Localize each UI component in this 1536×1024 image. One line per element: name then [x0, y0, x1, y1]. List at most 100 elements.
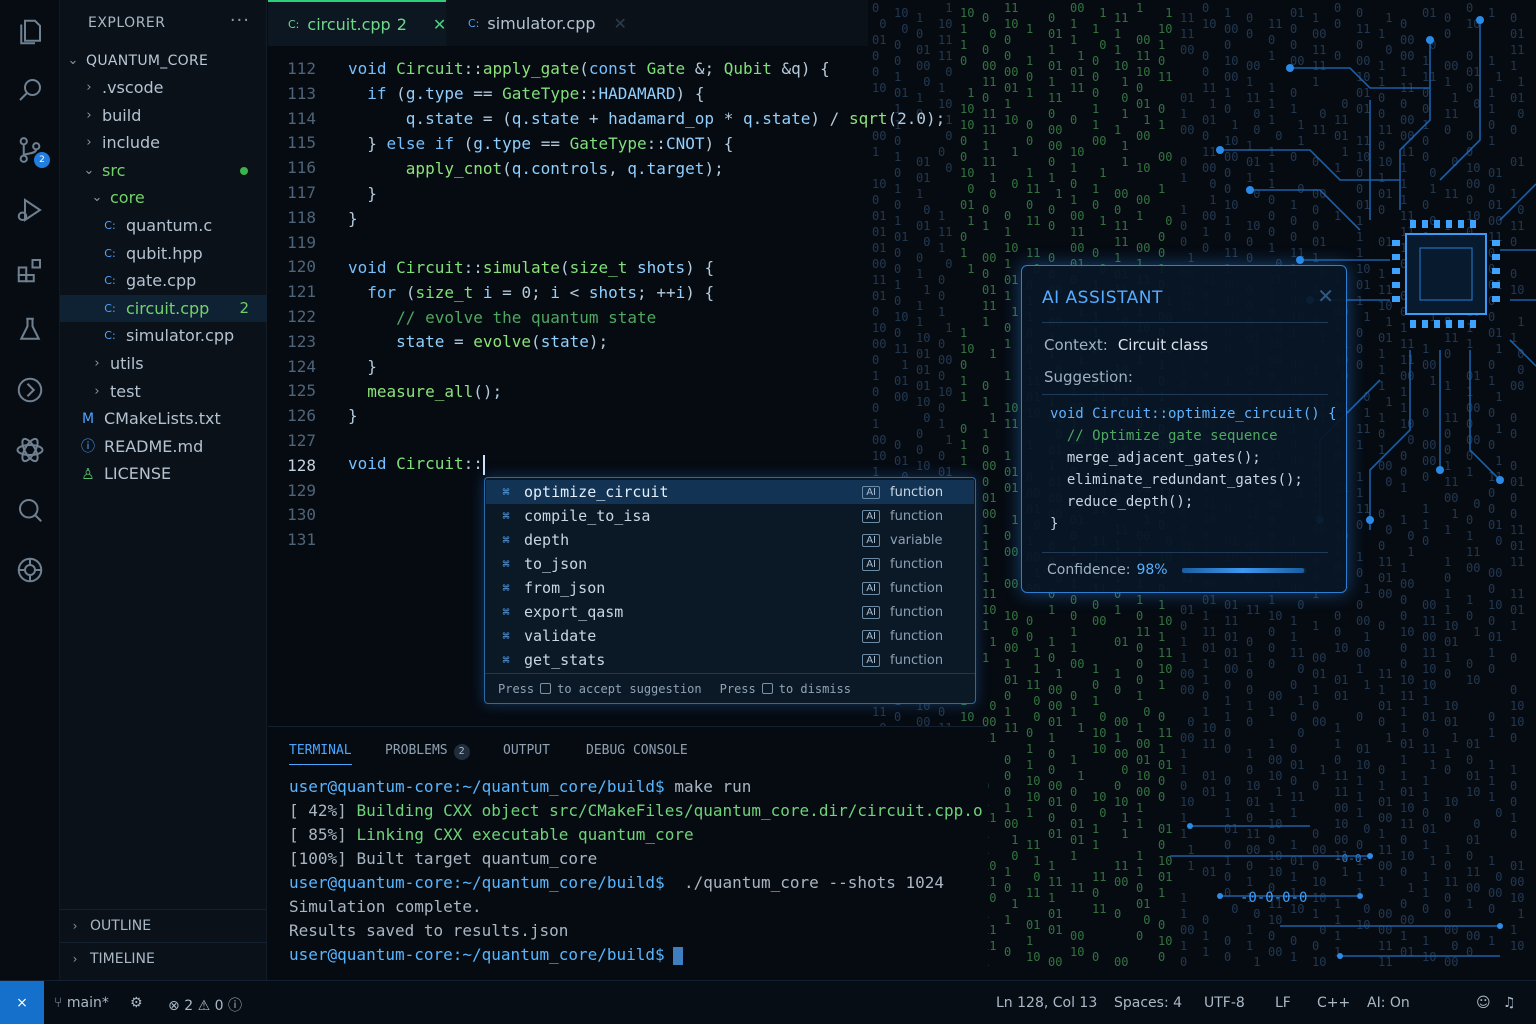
footer-accept-hint: to accept suggestion [557, 681, 702, 696]
problems-indicator[interactable]: ⊗ 2 ⚠ 0 ⓘ [168, 995, 242, 1015]
search-zoom-icon[interactable] [14, 494, 46, 526]
suggestion-item[interactable]: ⌘ get_stats AI function [486, 648, 974, 672]
cursor-position[interactable]: Ln 128, Col 13 [996, 995, 1097, 1011]
tab-circuit-cpp[interactable]: C: circuit.cpp 2 ✕ [268, 0, 446, 46]
suggestion-item[interactable]: ⌘ to_json AI function [486, 552, 974, 576]
run-debug-icon[interactable] [14, 194, 46, 226]
sync-icon[interactable]: ⚙ [130, 995, 143, 1011]
project-root[interactable]: ⌄ QUANTUM_CORE [60, 47, 267, 74]
close-icon[interactable]: ✕ [1317, 284, 1334, 308]
tab-problems[interactable]: PROBLEMS 2 [385, 743, 470, 760]
language-mode[interactable]: C++ [1317, 995, 1350, 1011]
close-icon[interactable]: ✕ [614, 14, 627, 33]
outline-section[interactable]: › OUTLINE [60, 909, 267, 941]
source-control-icon[interactable]: 2 [14, 134, 50, 168]
branch-indicator[interactable]: ⑂ main* [54, 995, 109, 1011]
error-icon: ⊗ [168, 998, 180, 1014]
ai-tag: AI [862, 581, 880, 595]
suggestion-item[interactable]: ⌘ validate AI function [486, 624, 974, 648]
testing-icon[interactable] [14, 314, 46, 346]
code-line: } [367, 184, 377, 203]
svg-text:-0-0-0-0: -0-0-0-0 [1240, 890, 1307, 906]
feedback-icon[interactable]: ☺ [1476, 995, 1491, 1011]
code-line: } [348, 209, 358, 228]
notifications-bell-icon[interactable]: ♫ [1503, 995, 1516, 1011]
code-line: state = evolve(state); [348, 332, 609, 351]
tree-item-label: test [110, 381, 141, 401]
ai-tag: AI [862, 509, 880, 523]
chevron-right-icon: › [86, 80, 92, 95]
line-number: 122 [287, 307, 316, 326]
ai-tag: AI [862, 605, 880, 619]
remote-icon[interactable] [14, 374, 46, 406]
line-number: 113 [287, 83, 316, 103]
tab-label: simulator.cpp [487, 13, 596, 33]
tree-item-label: build [102, 105, 142, 125]
terminal-cursor [672, 946, 683, 965]
indentation[interactable]: Spaces: 4 [1114, 995, 1182, 1011]
tree-item-label: CMakeLists.txt [104, 409, 221, 429]
terminal-text: Linking CXX executable quantum_core [356, 825, 694, 844]
tab-terminal[interactable]: TERMINAL [289, 743, 352, 765]
tree-item-label: simulator.cpp [126, 326, 235, 346]
atom-icon[interactable] [14, 434, 46, 466]
tree-file[interactable]: ♙ LICENSE [60, 460, 267, 487]
tab-simulator-cpp[interactable]: C: simulator.cpp ✕ [448, 0, 638, 46]
code-line: for (size_t i = 0; i < shots; ++i) { [367, 283, 715, 302]
ai-status[interactable]: AI: On [1367, 995, 1410, 1011]
ai-assistant-panel: AI ASSISTANT ✕ Context: Circuit class Sug… [1021, 265, 1347, 593]
suggestion-kind: function [890, 556, 944, 572]
tree-file[interactable]: C: gate.cpp [60, 267, 267, 294]
tree-item-label: .vscode [102, 78, 164, 97]
tree-file[interactable]: C: circuit.cpp 2 [60, 294, 267, 322]
tree-item-label: src [102, 160, 126, 180]
suggestion-item[interactable]: ⌘ compile_to_isa AI function [486, 504, 974, 528]
tree-file[interactable]: C: simulator.cpp [60, 322, 267, 349]
close-icon[interactable]: ✕ [433, 15, 446, 34]
tree-folder[interactable]: › .vscode [60, 74, 267, 101]
suggestion-label: validate [524, 627, 597, 645]
accounts-icon[interactable] [14, 554, 46, 586]
end-of-line[interactable]: LF [1275, 995, 1291, 1011]
suggestion-item[interactable]: ⌘ from_json AI function [486, 576, 974, 600]
suggestion-label: optimize_circuit [524, 483, 669, 501]
tree-folder[interactable]: › test [60, 378, 267, 405]
terminal-prompt: user@quantum-core:~/quantum_core/build$ [289, 945, 665, 964]
tab-debug-console[interactable]: DEBUG CONSOLE [586, 743, 688, 758]
tree-file[interactable]: M CMakeLists.txt [60, 405, 267, 432]
tree-folder[interactable]: › utils [60, 350, 267, 377]
line-number: 118 [287, 207, 316, 227]
tree-folder[interactable]: ⌄ src [60, 157, 267, 184]
code-line: } else if (g.type == GateType::CNOT) { [367, 134, 734, 153]
files-icon[interactable] [14, 16, 46, 48]
timeline-section[interactable]: › TIMELINE [60, 942, 267, 974]
build-progress: [ 42%] [289, 801, 357, 820]
tree-folder[interactable]: › include [60, 129, 267, 156]
more-actions-icon[interactable]: ··· [230, 10, 250, 31]
line-number: 126 [287, 406, 316, 426]
suggestion-item[interactable]: ⌘ export_qasm AI function [486, 600, 974, 624]
search-icon[interactable] [14, 74, 46, 106]
extensions-icon[interactable] [14, 254, 46, 286]
suggestion-item[interactable]: ⌘ depth AI variable [486, 528, 974, 552]
suggestion-item[interactable]: ⌘ optimize_circuit AI function [486, 480, 974, 504]
tree-folder[interactable]: › build [60, 102, 267, 129]
chevron-right-icon: › [86, 107, 92, 123]
suggestion-label: Suggestion: [1044, 368, 1133, 386]
tree-file[interactable]: C: qubit.hpp [60, 240, 267, 267]
tree-folder[interactable]: ⌄ core [60, 184, 267, 211]
suggestion-kind: function [890, 628, 944, 644]
tree-file[interactable]: ⓘ README.md [60, 433, 267, 460]
code-line: // evolve the quantum state [396, 308, 657, 327]
tab-output[interactable]: OUTPUT [503, 743, 550, 758]
line-number: 128 [287, 455, 316, 475]
suggestion-kind: function [890, 508, 944, 524]
tree-file[interactable]: C: quantum.c [60, 212, 267, 239]
remote-indicator-icon[interactable]: ⨯ [0, 981, 44, 1024]
suggestion-label: from_json [524, 579, 606, 597]
symbol-method-icon: ⌘ [502, 485, 510, 499]
ai-tag: AI [862, 557, 880, 571]
line-number: 117 [287, 183, 316, 202]
line-number: 129 [287, 480, 316, 500]
encoding[interactable]: UTF-8 [1204, 995, 1245, 1011]
